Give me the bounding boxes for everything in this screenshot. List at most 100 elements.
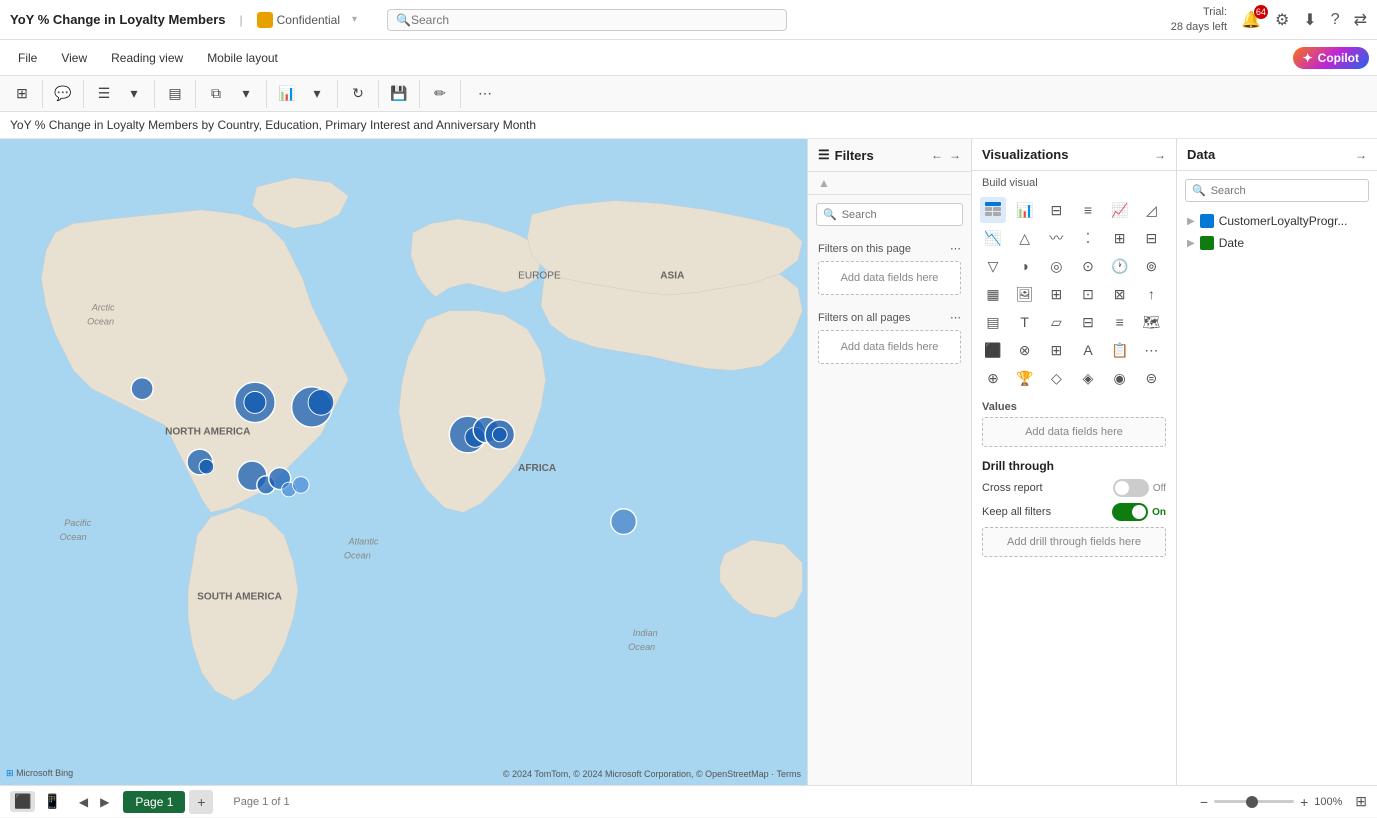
viz-kpi-icon[interactable]: ↑ (1138, 281, 1164, 307)
settings-button[interactable]: ⚙ (1275, 10, 1289, 30)
viz-custom5-icon[interactable]: ◉ (1107, 365, 1133, 391)
zoom-out-button[interactable]: − (1200, 794, 1208, 810)
viz-smart-narrative-icon[interactable]: A (1075, 337, 1101, 363)
bubble-1[interactable] (131, 378, 153, 400)
viz-paginated-icon[interactable]: 📋 (1107, 337, 1133, 363)
data-expand-icon[interactable]: → (1355, 148, 1367, 162)
toolbar-panel-down-button[interactable]: ▾ (232, 80, 260, 108)
viz-custom3-icon[interactable]: ◇ (1043, 365, 1069, 391)
viz-text-icon[interactable]: T (1012, 309, 1038, 335)
viz-area-chart-icon[interactable]: ◿ (1138, 197, 1164, 223)
viz-multi-row-card-icon[interactable]: ▤ (980, 309, 1006, 335)
data-search-box[interactable]: 🔍 (1185, 179, 1369, 202)
viz-combo-icon[interactable]: ⊞ (1107, 225, 1133, 251)
topbar-search-input[interactable] (411, 13, 778, 27)
filters-on-all-pages-label: Filters on all pages (818, 312, 910, 324)
add-page-button[interactable]: + (189, 790, 213, 814)
data-tree-item-date[interactable]: ▶ Date (1177, 232, 1377, 254)
viz-matrix2-icon[interactable]: ⊠ (1107, 281, 1133, 307)
viz-shape-icon[interactable]: ▱ (1043, 309, 1069, 335)
data-tree-item-customer[interactable]: ▶ CustomerLoyaltyProgr... (1177, 210, 1377, 232)
viz-custom1-icon[interactable]: ⊕ (980, 365, 1006, 391)
filters-search-box[interactable]: 🔍 (816, 203, 963, 226)
toolbar-format-button[interactable]: ✏ (426, 80, 454, 108)
keep-all-filters-toggle[interactable] (1112, 503, 1148, 521)
viz-custom6-icon[interactable]: ⊜ (1138, 365, 1164, 391)
viz-ring-icon[interactable]: ⊚ (1138, 253, 1164, 279)
phone-view-button[interactable]: 📱 (39, 791, 64, 812)
toolbar-refresh-button[interactable]: ↻ (344, 80, 372, 108)
viz-treemap-icon[interactable]: ▦ (980, 281, 1006, 307)
viz-clock-icon[interactable]: 🕐 (1107, 253, 1133, 279)
topbar-search-box[interactable]: 🔍 (387, 9, 787, 31)
viz-pie-icon[interactable]: ◑ (1012, 253, 1038, 279)
viz-image-icon[interactable]: 🖼 (1012, 281, 1038, 307)
viz-mountain-icon[interactable]: △ (1012, 225, 1038, 251)
reading-view-button[interactable]: Reading view (101, 47, 193, 69)
viz-ribbon-icon[interactable]: 〰 (1043, 225, 1069, 251)
keep-all-filters-toggle-wrapper: On (1112, 503, 1166, 521)
viz-scatter-icon[interactable]: ⁚ (1075, 225, 1101, 251)
cross-report-toggle[interactable] (1113, 479, 1149, 497)
filters-forward-icon[interactable]: → (949, 148, 961, 162)
help-button[interactable]: ? (1331, 11, 1340, 29)
viz-custom4-icon[interactable]: ◈ (1075, 365, 1101, 391)
toolbar-slicer-button[interactable]: ☰ (90, 80, 118, 108)
toolbar-save-button[interactable]: 💾 (385, 80, 413, 108)
viz-button-icon[interactable]: ⊟ (1075, 309, 1101, 335)
zoom-in-button[interactable]: + (1300, 794, 1308, 810)
share-button[interactable]: ⇄ (1354, 10, 1367, 30)
toolbar-viz-down-button[interactable]: ▾ (303, 80, 331, 108)
toolbar-filter-button[interactable]: ▤ (161, 80, 189, 108)
viz-filled-map-icon[interactable]: ⬛ (980, 337, 1006, 363)
page-1-tab[interactable]: Page 1 (123, 791, 185, 813)
viz-line-bar-icon[interactable]: 📈 (1107, 197, 1133, 223)
download-button[interactable]: ⬇ (1303, 10, 1316, 30)
copilot-button[interactable]: ✦ Copilot (1293, 47, 1369, 69)
viz-clustered-bar-icon[interactable]: ≡ (1075, 197, 1101, 223)
viz-slicer-icon[interactable]: ≡ (1107, 309, 1133, 335)
toolbar-binoculars-button[interactable]: ⊞ (8, 80, 36, 108)
toolbar-panel-button[interactable]: ⧉ (202, 80, 230, 108)
view-menu[interactable]: View (51, 47, 97, 69)
viz-funnel2-icon[interactable]: ⊡ (1075, 281, 1101, 307)
viz-expand-icon[interactable]: → (1154, 148, 1166, 162)
mobile-layout-button[interactable]: Mobile layout (197, 47, 288, 69)
viz-stacked-bar-icon[interactable]: ⊟ (1043, 197, 1069, 223)
file-menu[interactable]: File (8, 47, 47, 69)
toolbar-slicer-down-button[interactable]: ▾ (120, 80, 148, 108)
filters-collapse-icon[interactable]: ▲ (818, 176, 830, 190)
data-search-input[interactable] (1211, 185, 1362, 197)
viz-qr-icon[interactable]: ⊞ (1043, 337, 1069, 363)
toolbar-viz-button[interactable]: 📊 (273, 80, 301, 108)
viz-table-icon[interactable] (980, 197, 1006, 223)
notifications-button[interactable]: 🔔 64 (1241, 10, 1261, 30)
viz-gauge-icon[interactable]: ⊙ (1075, 253, 1101, 279)
viz-custom2-icon[interactable]: 🏆 (1012, 365, 1038, 391)
toolbar-more-button[interactable]: ⋯ (471, 80, 499, 108)
viz-more-icon[interactable]: ⋯ (1138, 337, 1164, 363)
filters-search-input[interactable] (842, 209, 956, 221)
viz-line-chart-icon[interactable]: 📉 (980, 225, 1006, 251)
toolbar-comment-button[interactable]: 💬 (49, 80, 77, 108)
zoom-slider[interactable] (1214, 800, 1294, 803)
viz-bar-chart-icon[interactable]: 📊 (1012, 197, 1038, 223)
toolbar-group-1: ⊞ (8, 80, 43, 108)
drill-drop-zone: Add drill through fields here (982, 527, 1166, 557)
bubble-af-1[interactable] (611, 509, 637, 535)
map-area[interactable]: NORTH AMERICA SOUTH AMERICA AFRICA EUROP… (0, 139, 807, 785)
desktop-view-button[interactable]: ⬛ (10, 791, 35, 812)
filters-on-all-pages-more-icon[interactable]: ⋯ (950, 311, 961, 324)
fit-to-page-button[interactable]: ⊞ (1355, 793, 1367, 810)
viz-waterfall-icon[interactable]: ⊟ (1138, 225, 1164, 251)
viz-azure-map-icon[interactable]: ⊗ (1012, 337, 1038, 363)
viz-matrix-icon[interactable]: ⊞ (1043, 281, 1069, 307)
viz-funnel-icon[interactable]: ▽ (980, 253, 1006, 279)
topbar-chevron-icon[interactable]: ▾ (352, 14, 357, 25)
page-prev-button[interactable]: ◀ (75, 793, 92, 811)
filters-on-this-page-more-icon[interactable]: ⋯ (950, 242, 961, 255)
page-next-button[interactable]: ▶ (96, 793, 113, 811)
filters-back-icon[interactable]: ← (931, 148, 943, 162)
viz-map-icon[interactable]: 🗺 (1138, 309, 1164, 335)
viz-donut-icon[interactable]: ◎ (1043, 253, 1069, 279)
